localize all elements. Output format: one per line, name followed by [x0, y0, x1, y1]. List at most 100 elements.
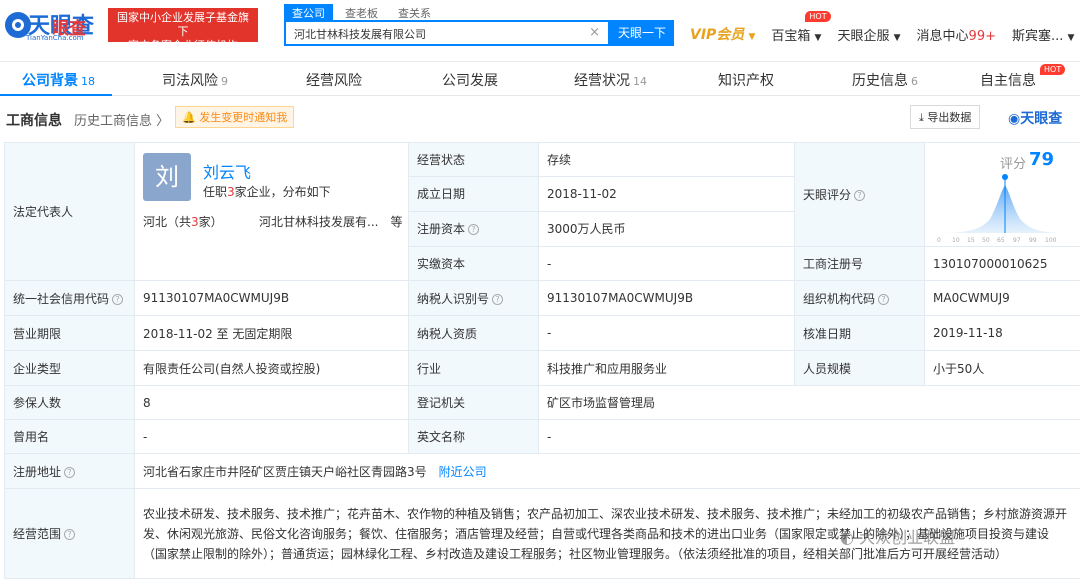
credit-code-label: 统一社会信用代码	[13, 291, 110, 306]
tab-self-info[interactable]: 自主信息	[980, 70, 1036, 90]
english-name-value: -	[538, 419, 1080, 454]
tax-id-label: 纳税人识别号	[417, 291, 490, 306]
tab-count: 14	[633, 75, 647, 88]
nearby-companies-link[interactable]: 附近公司	[439, 465, 487, 479]
treasure-label: 百宝箱	[771, 28, 811, 44]
approve-date-label: 核准日期	[794, 315, 925, 351]
enterprise-menu[interactable]: 天眼企服 ▼	[837, 25, 900, 44]
address-label-cell: 注册地址?	[4, 453, 135, 489]
score-label: 天眼评分	[803, 188, 852, 202]
tax-qualification-label: 纳税人资质	[408, 315, 539, 351]
certification-banner: 国家中小企业发展子基金旗下 官方备案企业征信机构	[108, 8, 258, 52]
tab-business-risk[interactable]: 经营风险	[306, 70, 362, 90]
message-count: 99+	[968, 28, 996, 44]
chevron-down-icon: ▼	[748, 32, 756, 42]
download-icon: ⤓	[919, 111, 924, 124]
tab-company-background[interactable]: 公司背景 18	[22, 70, 95, 90]
help-icon[interactable]: ?	[878, 293, 890, 305]
capital-value: 3000万人民币	[547, 222, 626, 236]
user-label: 斯宾塞...	[1011, 28, 1064, 44]
tick-label: 97	[1013, 237, 1021, 244]
paid-capital-label: 实缴资本	[408, 246, 539, 281]
message-center[interactable]: 消息中心99+	[917, 25, 996, 44]
insured-label: 参保人数	[4, 385, 135, 420]
tab-ip[interactable]: 知识产权	[718, 70, 774, 90]
banner-line2: 官方备案企业征信机构	[128, 39, 238, 52]
org-code-value: MA0CWMUJ9	[924, 280, 1080, 316]
notify-button[interactable]: 🔔 发生变更时通知我	[175, 106, 295, 128]
notify-label: 发生变更时通知我	[199, 111, 288, 124]
clear-icon[interactable]: ×	[589, 25, 600, 40]
avatar[interactable]: 刘	[143, 153, 191, 201]
tick-label: 50	[982, 237, 990, 244]
score-value: 79	[1028, 149, 1054, 170]
tab-label: 经营风险	[306, 73, 362, 89]
english-name-label: 英文名称	[408, 419, 539, 454]
tab-count: 6	[911, 75, 918, 88]
watermark-text: 大众创业联盟	[859, 528, 956, 547]
tab-label: 公司发展	[442, 73, 498, 89]
section-title: 工商信息	[6, 113, 62, 129]
tax-qualification-value: -	[538, 315, 795, 351]
help-icon[interactable]: ?	[64, 529, 76, 540]
desc-count: 3	[227, 185, 235, 199]
tab-judicial-risk[interactable]: 司法风险 9	[162, 70, 228, 90]
export-button[interactable]: ⤓ 导出数据	[910, 105, 981, 129]
region-count: 3	[191, 215, 199, 229]
tick-label: 99	[1029, 237, 1037, 244]
score-distribution-chart: 0 10 15 50 65 97 99 100	[937, 174, 1067, 244]
tick-label: 65	[997, 237, 1005, 244]
status-label: 经营状态	[409, 143, 538, 177]
regno-label: 工商注册号	[794, 246, 925, 281]
org-code-label: 组织机构代码	[803, 291, 876, 306]
found-date-label: 成立日期	[409, 177, 538, 212]
former-name-value: -	[134, 419, 409, 454]
staff-size-value: 小于50人	[924, 350, 1080, 386]
legal-rep-cell: 刘 刘云飞 任职3家企业，分布如下 河北（共3家） 河北甘林科技发展有... 等	[134, 142, 409, 281]
tab-history[interactable]: 历史信息 6	[852, 70, 918, 90]
help-icon[interactable]: ?	[468, 224, 480, 235]
approve-date-value: 2019-11-18	[924, 315, 1080, 351]
search-button[interactable]: 天眼一下	[610, 20, 674, 46]
desc-pre: 任职	[203, 185, 228, 199]
region-post: 家）	[198, 215, 223, 229]
status-found-capital-values: 存续 2018-11-02 3000万人民币	[538, 142, 795, 247]
user-menu[interactable]: 斯宾塞... ▼	[1012, 25, 1074, 44]
company-type-value: 有限责任公司(自然人投资或控股)	[134, 350, 409, 386]
help-icon[interactable]: ?	[492, 293, 504, 305]
tab-label: 经营状况	[574, 73, 630, 89]
capital-label-wrap: 注册资本?	[409, 212, 538, 246]
score-label-cell: 天眼评分?	[794, 142, 925, 247]
score-text: 评分	[999, 157, 1026, 172]
export-label: 导出数据	[927, 111, 972, 124]
vip-link[interactable]: VIP会员	[690, 27, 744, 43]
tick-label: 100	[1045, 237, 1057, 244]
tab-label: 公司背景	[22, 73, 78, 89]
history-business-info-link[interactable]: 历史工商信息 〉	[74, 110, 169, 129]
legal-rep-label: 法定代表人	[4, 142, 135, 281]
score-cell[interactable]: 评分 79 0 10 15 50 65 97 99 100	[924, 142, 1080, 247]
legal-rep-company[interactable]: 河北甘林科技发展有... 等	[259, 213, 402, 230]
legal-rep-region[interactable]: 河北（共3家）	[143, 213, 223, 230]
chevron-down-icon: ▼	[893, 32, 901, 43]
section-header: 工商信息 历史工商信息 〉 🔔 发生变更时通知我 ⤓ 导出数据 ◉天眼查	[0, 96, 1080, 136]
tax-id-label-cell: 纳税人识别号?	[408, 280, 539, 316]
credit-code-value: 91130107MA0CWMUJ9B	[134, 280, 409, 316]
tab-operation-status[interactable]: 经营状况 14	[574, 70, 647, 90]
help-icon[interactable]: ?	[64, 466, 76, 478]
tick-label: 0	[937, 237, 941, 244]
search-input[interactable]: 河北甘林科技发展有限公司 ×	[284, 20, 610, 46]
help-icon[interactable]: ?	[112, 293, 124, 305]
staff-size-label: 人员规模	[794, 350, 925, 386]
tab-development[interactable]: 公司发展	[442, 70, 498, 90]
help-icon[interactable]: ?	[854, 190, 866, 201]
status-value: 存续	[539, 143, 794, 177]
brand-text: 天眼查	[1020, 111, 1063, 127]
treasure-menu[interactable]: 百宝箱 ▼ HOT	[771, 10, 831, 44]
scope-label: 经营范围	[13, 527, 62, 541]
watermark: ◐ 大众创业联盟	[840, 524, 955, 548]
org-code-label-cell: 组织机构代码?	[794, 280, 925, 316]
tab-label: 知识产权	[718, 73, 774, 89]
hot-badge: HOT	[805, 10, 831, 22]
legal-rep-name-link[interactable]: 刘云飞	[203, 159, 251, 183]
